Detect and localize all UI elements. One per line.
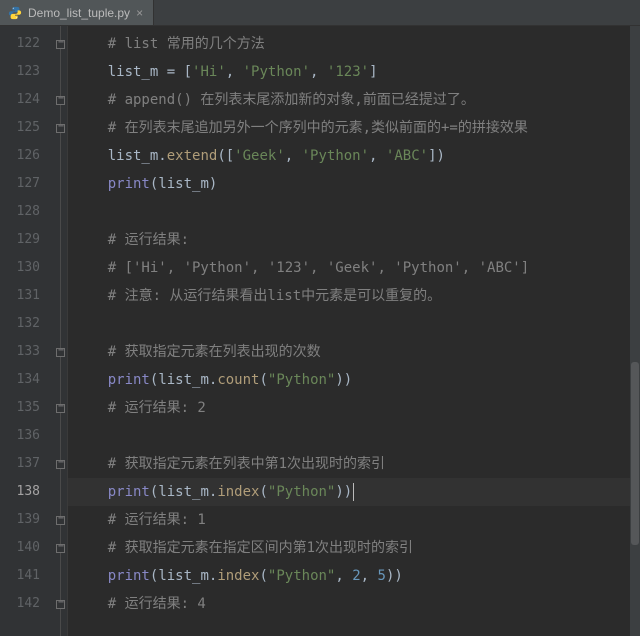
line-number: 125 (0, 114, 40, 142)
fold-toggle-icon[interactable] (56, 544, 65, 553)
fold-toggle-icon[interactable] (56, 460, 65, 469)
code-line[interactable]: print(list_m.index("Python")) (68, 478, 640, 506)
fold-toggle-icon[interactable] (56, 96, 65, 105)
vertical-scrollbar[interactable] (630, 26, 640, 636)
code-line[interactable]: # 运行结果: 4 (74, 590, 640, 618)
code-line[interactable]: # append() 在列表末尾添加新的对象,前面已经提过了。 (74, 86, 640, 114)
code-line[interactable]: # ['Hi', 'Python', '123', 'Geek', 'Pytho… (74, 254, 640, 282)
code-line[interactable]: # 获取指定元素在列表中第1次出现时的索引 (74, 450, 640, 478)
code-line[interactable]: list_m.extend(['Geek', 'Python', 'ABC']) (74, 142, 640, 170)
code-line[interactable]: # 运行结果: 2 (74, 394, 640, 422)
text-caret (353, 483, 354, 501)
line-number: 127 (0, 170, 40, 198)
line-number: 138 (0, 478, 40, 506)
code-line[interactable]: # 运行结果: 1 (74, 506, 640, 534)
code-line[interactable] (74, 198, 640, 226)
line-number: 130 (0, 254, 40, 282)
tab-filename: Demo_list_tuple.py (28, 6, 130, 20)
fold-toggle-icon[interactable] (56, 600, 65, 609)
line-number: 140 (0, 534, 40, 562)
code-line[interactable]: # 获取指定元素在指定区间内第1次出现时的索引 (74, 534, 640, 562)
line-number: 128 (0, 198, 40, 226)
code-line[interactable]: # 在列表末尾追加另外一个序列中的元素,类似前面的+=的拼接效果 (74, 114, 640, 142)
line-number: 126 (0, 142, 40, 170)
scrollbar-thumb[interactable] (631, 362, 639, 545)
line-number: 133 (0, 338, 40, 366)
line-number: 135 (0, 394, 40, 422)
line-number: 129 (0, 226, 40, 254)
code-line[interactable] (74, 422, 640, 450)
code-area[interactable]: # list 常用的几个方法 list_m = ['Hi', 'Python',… (68, 26, 640, 636)
fold-toggle-icon[interactable] (56, 124, 65, 133)
line-number: 124 (0, 86, 40, 114)
code-line[interactable]: # 获取指定元素在列表出现的次数 (74, 338, 640, 366)
line-number: 136 (0, 422, 40, 450)
fold-toggle-icon[interactable] (56, 40, 65, 49)
file-tab[interactable]: Demo_list_tuple.py × (0, 0, 154, 25)
tab-bar: Demo_list_tuple.py × (0, 0, 640, 26)
line-number: 139 (0, 506, 40, 534)
line-number: 123 (0, 58, 40, 86)
python-file-icon (8, 6, 22, 20)
code-line[interactable]: # 注意: 从运行结果看出list中元素是可以重复的。 (74, 282, 640, 310)
code-line[interactable]: list_m = ['Hi', 'Python', '123'] (74, 58, 640, 86)
fold-column (54, 26, 68, 636)
code-line[interactable]: # list 常用的几个方法 (74, 30, 640, 58)
code-line[interactable]: print(list_m.index("Python", 2, 5)) (74, 562, 640, 590)
code-line[interactable]: # 运行结果: (74, 226, 640, 254)
line-number: 137 (0, 450, 40, 478)
fold-toggle-icon[interactable] (56, 516, 65, 525)
code-line[interactable] (74, 310, 640, 338)
code-line[interactable]: print(list_m.count("Python")) (74, 366, 640, 394)
fold-toggle-icon[interactable] (56, 348, 65, 357)
line-number: 122 (0, 30, 40, 58)
line-number: 142 (0, 590, 40, 618)
line-number: 131 (0, 282, 40, 310)
line-number-gutter: 1221231241251261271281291301311321331341… (0, 26, 54, 636)
fold-toggle-icon[interactable] (56, 404, 65, 413)
line-number: 141 (0, 562, 40, 590)
line-number: 134 (0, 366, 40, 394)
code-line[interactable]: print(list_m) (74, 170, 640, 198)
close-tab-icon[interactable]: × (136, 6, 143, 20)
code-editor[interactable]: 1221231241251261271281291301311321331341… (0, 26, 640, 636)
line-number: 132 (0, 310, 40, 338)
